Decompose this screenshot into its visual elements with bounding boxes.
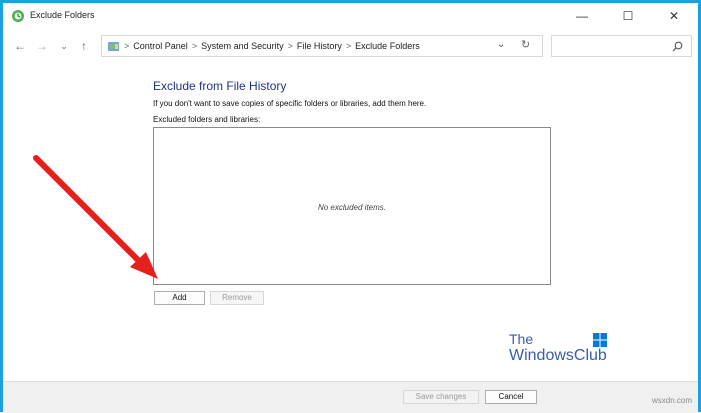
red-annotation-arrow (33, 155, 158, 279)
